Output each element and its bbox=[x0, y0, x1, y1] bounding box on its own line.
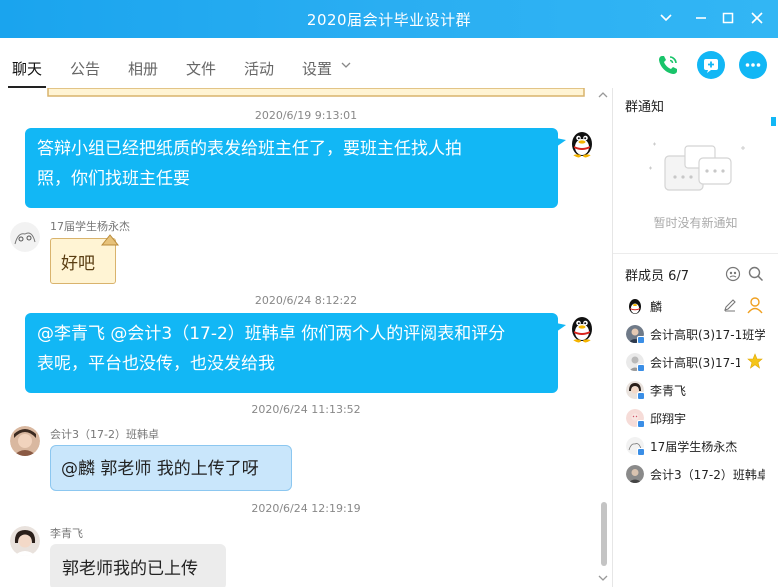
member-name: 会计高职(3)17-1班学 bbox=[650, 328, 765, 342]
message-timestamp: 2020/6/24 8:12:22 bbox=[254, 294, 358, 307]
member-item[interactable]: 会计高职(3)17-1班学 bbox=[626, 323, 776, 345]
member-item[interactable]: 麟 bbox=[626, 295, 776, 317]
photo-avatar[interactable] bbox=[10, 426, 40, 456]
maximize-icon bbox=[722, 12, 734, 24]
edit-pencil-icon[interactable] bbox=[723, 298, 737, 312]
message-timestamp: 2020/6/24 12:19:19 bbox=[251, 502, 361, 515]
outgoing-message-bubble[interactable]: 答辩小组已经把纸质的表发给班主任了，要班主任找人拍 照，你们找班主任要 bbox=[25, 128, 558, 208]
minimize-icon bbox=[696, 17, 706, 19]
qq-penguin-avatar[interactable] bbox=[567, 128, 597, 158]
device-status-icon bbox=[637, 392, 645, 400]
close-icon bbox=[751, 12, 763, 24]
incoming-message-bubble[interactable]: 郭老师我的已上传 bbox=[50, 544, 226, 587]
phone-call-icon[interactable] bbox=[654, 51, 682, 79]
search-icon[interactable] bbox=[748, 266, 764, 282]
tab-album[interactable]: 相册 bbox=[128, 58, 158, 79]
previous-message-tail bbox=[47, 88, 585, 97]
chat-message-area[interactable]: 2020/6/19 9:13:01 答辩小组已经把纸质的表发给班主任了，要班主任… bbox=[0, 88, 612, 587]
photo-avatar bbox=[626, 465, 644, 483]
message-text: 好吧 bbox=[61, 254, 95, 274]
message-text: @麟 郭老师 我的上传了呀 bbox=[61, 459, 259, 479]
panel-scroll-indicator bbox=[771, 117, 776, 126]
device-status-icon bbox=[637, 420, 645, 428]
bubble-tail bbox=[556, 138, 566, 147]
member-item[interactable]: 邱翔宇 bbox=[626, 407, 776, 429]
member-name: 会计高职(3)17-1 bbox=[650, 356, 740, 370]
bubble-decoration-icon bbox=[100, 234, 120, 246]
message-text-line: 表呢，平台也没传，也没发给我 bbox=[37, 354, 275, 374]
photo-avatar[interactable] bbox=[10, 526, 40, 556]
settings-chevron-down-icon[interactable] bbox=[341, 62, 351, 69]
chat-scrollbar-thumb[interactable] bbox=[601, 502, 607, 566]
tab-bar: 聊天 公告 相册 文件 活动 设置 bbox=[0, 38, 778, 88]
message-timestamp: 2020/6/19 9:13:01 bbox=[254, 109, 358, 122]
message-sender-name: 17届学生杨永杰 bbox=[50, 220, 130, 233]
maximize-button[interactable] bbox=[717, 8, 739, 28]
sketch-avatar[interactable] bbox=[10, 222, 40, 252]
outgoing-message-bubble[interactable]: @李青飞 @会计3（17-2）班韩卓 你们两个人的评阅表和评分 表呢，平台也没传… bbox=[25, 313, 558, 393]
panel-separator bbox=[613, 253, 778, 254]
chevron-down-icon bbox=[660, 14, 672, 22]
title-bar: 2020届会计毕业设计群 bbox=[0, 0, 778, 38]
tab-announcement[interactable]: 公告 bbox=[70, 58, 100, 79]
device-status-icon bbox=[637, 448, 645, 456]
tab-activity[interactable]: 活动 bbox=[244, 58, 274, 79]
member-manage-icon[interactable] bbox=[725, 266, 741, 282]
qq-group-chat-window: 2020届会计毕业设计群 聊天 公告 相册 文件 活动 设置 2020/6/19… bbox=[0, 0, 778, 587]
group-notice-title: 群通知 bbox=[625, 100, 665, 115]
collapse-button[interactable] bbox=[655, 8, 677, 28]
group-app-plus-icon[interactable] bbox=[697, 51, 725, 79]
member-item[interactable]: 会计高职(3)17-1 bbox=[626, 351, 776, 373]
member-name: 李青飞 bbox=[650, 384, 687, 398]
incoming-message-bubble[interactable]: @麟 郭老师 我的上传了呀 bbox=[50, 445, 292, 491]
tab-settings[interactable]: 设置 bbox=[302, 58, 332, 79]
member-item[interactable]: 17届学生杨永杰 bbox=[626, 435, 776, 457]
message-text-line: 照，你们找班主任要 bbox=[37, 169, 190, 189]
scroll-down-arrow-icon[interactable] bbox=[598, 573, 608, 583]
star-badge-icon bbox=[747, 353, 763, 369]
member-item[interactable]: 会计3（17-2）班韩卓 bbox=[626, 463, 776, 485]
qq-penguin-avatar[interactable] bbox=[567, 313, 597, 343]
scroll-up-arrow-icon[interactable] bbox=[598, 90, 608, 100]
tab-chat[interactable]: 聊天 bbox=[12, 58, 42, 79]
device-status-icon bbox=[637, 336, 645, 344]
member-name: 会计3（17-2）班韩卓 bbox=[650, 468, 765, 482]
member-item[interactable]: 李青飞 bbox=[626, 379, 776, 401]
message-sender-name: 李青飞 bbox=[50, 527, 83, 540]
empty-notice-illustration-icon bbox=[649, 142, 745, 191]
message-text-line: @李青飞 @会计3（17-2）班韩卓 你们两个人的评阅表和评分 bbox=[37, 324, 506, 344]
group-info-panel: 群通知 暂时没有新通知 群成员 6/7 麟 会计高职(3)17-1班学 会计高职… bbox=[613, 88, 778, 587]
message-text-line: 答辩小组已经把纸质的表发给班主任了，要班主任找人拍 bbox=[37, 139, 462, 159]
group-members-title: 群成员 6/7 bbox=[625, 269, 690, 284]
bubble-tail bbox=[556, 323, 566, 332]
tab-files[interactable]: 文件 bbox=[186, 58, 216, 79]
more-options-icon[interactable] bbox=[739, 51, 767, 79]
close-button[interactable] bbox=[746, 8, 768, 28]
message-text: 郭老师我的已上传 bbox=[62, 559, 198, 579]
device-status-icon bbox=[637, 364, 645, 372]
qq-penguin-avatar bbox=[629, 299, 641, 314]
no-notice-text: 暂时没有新通知 bbox=[653, 216, 738, 230]
member-name: 17届学生杨永杰 bbox=[650, 440, 738, 454]
group-owner-icon bbox=[747, 297, 763, 314]
message-sender-name: 会计3（17-2）班韩卓 bbox=[50, 428, 159, 441]
message-timestamp: 2020/6/24 11:13:52 bbox=[251, 403, 361, 416]
member-name: 邱翔宇 bbox=[650, 412, 687, 426]
minimize-button[interactable] bbox=[690, 8, 712, 28]
